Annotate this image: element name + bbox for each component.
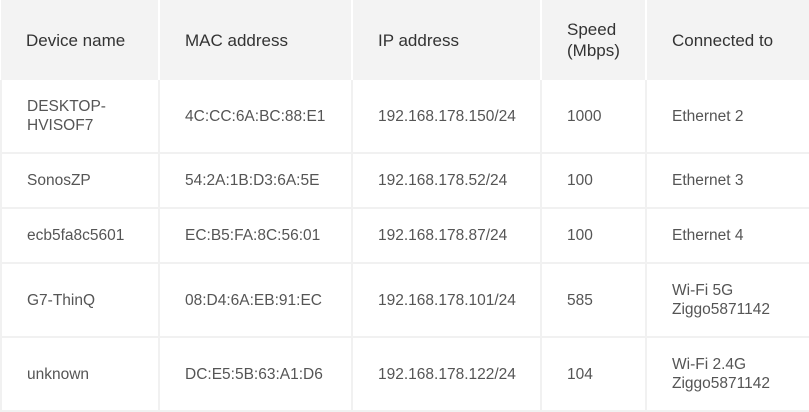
column-header-ip-address[interactable]: IP address (352, 0, 542, 80)
cell-ip-address: 192.168.178.122/24 (352, 337, 542, 412)
cell-speed: 100 (541, 153, 647, 209)
cell-ip-address: 192.168.178.150/24 (352, 80, 542, 154)
table-row: DESKTOP- HVISOF7 4C:CC:6A:BC:88:E1 192.1… (0, 80, 809, 154)
cell-device-name: DESKTOP- HVISOF7 (0, 80, 160, 154)
column-header-device-name[interactable]: Device name (1, 0, 160, 80)
device-name-text-cont: HVISOF7 (27, 117, 94, 134)
cell-speed: 100 (541, 208, 647, 264)
connection-text: Wi-Fi 2.4G (672, 356, 747, 373)
cell-device-name: unknown (0, 337, 160, 412)
table-body: DESKTOP- HVISOF7 4C:CC:6A:BC:88:E1 192.1… (0, 80, 809, 412)
cell-device-name: G7-ThinQ (0, 263, 160, 338)
ssid-text: Ziggo5871142 (672, 301, 770, 318)
cell-mac-address: DC:E5:5B:63:A1:D6 (159, 337, 353, 412)
cell-ip-address: 192.168.178.52/24 (352, 153, 542, 209)
table-row: unknown DC:E5:5B:63:A1:D6 192.168.178.12… (0, 337, 809, 412)
cell-connected-to: Wi-Fi 5G Ziggo5871142 (646, 263, 809, 338)
header-row: Device name MAC address IP address Speed… (1, 0, 809, 80)
table-row: ecb5fa8c5601 EC:B5:FA:8C:56:01 192.168.1… (0, 208, 809, 264)
cell-ip-address: 192.168.178.101/24 (352, 263, 542, 338)
cell-speed: 585 (541, 263, 647, 338)
cell-connected-to: Ethernet 4 (646, 208, 809, 264)
cell-mac-address: EC:B5:FA:8C:56:01 (159, 208, 353, 264)
connection-text: Wi-Fi 5G (672, 282, 734, 299)
table-header: Device name MAC address IP address Speed… (1, 0, 809, 80)
devices-table: Device name MAC address IP address Speed… (0, 0, 809, 412)
column-header-speed[interactable]: Speed (Mbps) (541, 0, 647, 80)
speed-header-unit: (Mbps) (567, 41, 620, 60)
table-row: SonosZP 54:2A:1B:D3:6A:5E 192.168.178.52… (0, 153, 809, 209)
speed-header-label: Speed (567, 20, 617, 39)
cell-speed: 1000 (541, 80, 647, 154)
connection-text: Ethernet 2 (672, 107, 744, 125)
ssid-text: Ziggo5871142 (672, 375, 770, 392)
cell-mac-address: 4C:CC:6A:BC:88:E1 (159, 80, 353, 154)
cell-device-name: ecb5fa8c5601 (0, 208, 160, 264)
cell-speed: 104 (541, 337, 647, 412)
column-header-connected-to[interactable]: Connected to (646, 0, 809, 80)
cell-device-name: SonosZP (0, 153, 160, 209)
column-header-mac-address[interactable]: MAC address (159, 0, 353, 80)
cell-mac-address: 08:D4:6A:EB:91:EC (159, 263, 353, 338)
cell-connected-to: Ethernet 3 (646, 153, 809, 209)
cell-connected-to: Ethernet 2 (646, 80, 809, 154)
cell-ip-address: 192.168.178.87/24 (352, 208, 542, 264)
cell-mac-address: 54:2A:1B:D3:6A:5E (159, 153, 353, 209)
table-row: G7-ThinQ 08:D4:6A:EB:91:EC 192.168.178.1… (0, 263, 809, 338)
device-name-text: DESKTOP- (27, 98, 106, 115)
cell-connected-to: Wi-Fi 2.4G Ziggo5871142 (646, 337, 809, 412)
